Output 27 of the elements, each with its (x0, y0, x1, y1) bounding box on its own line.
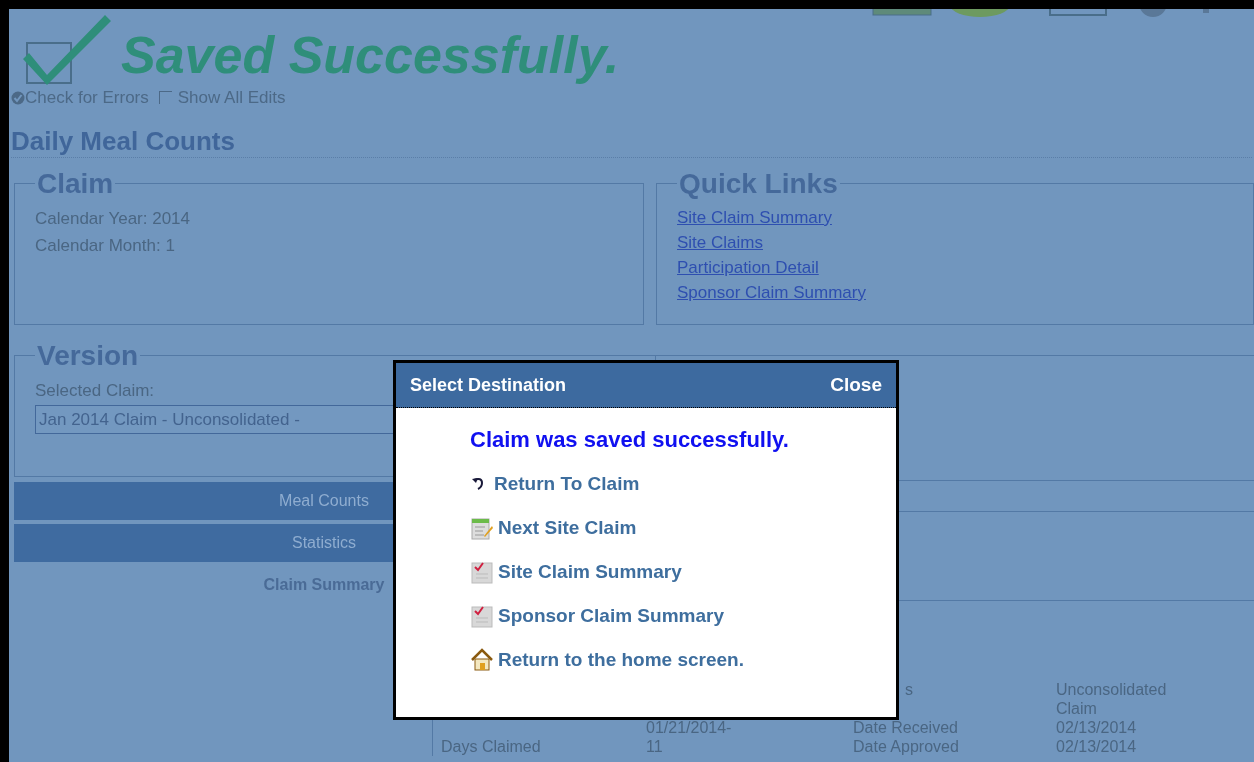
detail-value: 02/13/2014 (1056, 737, 1137, 755)
checklist-icon (470, 604, 494, 628)
quick-link[interactable]: Participation Detail (677, 254, 819, 280)
detail-value: 11 (646, 737, 663, 755)
selected-claim-label: Selected Claim: (35, 379, 155, 402)
detail-label: Date Approved (853, 737, 959, 755)
claim-detail-text: Calendar Month: 1 (35, 234, 176, 257)
detail-label: Date Received (853, 718, 958, 736)
show-all-edits-checkbox[interactable] (158, 91, 172, 105)
detail-value: 02/13/2014 (1056, 718, 1137, 736)
saved-successfully-heading: Saved Successfully. (121, 25, 620, 85)
quick-link[interactable]: Site Claims (677, 229, 763, 255)
document-pencil-icon (470, 516, 494, 540)
destination-link[interactable]: Sponsor Claim Summary (498, 601, 724, 631)
detail-value: Unconsolidated Claim (1056, 680, 1167, 717)
checklist-icon (470, 560, 494, 584)
home-icon (470, 648, 494, 672)
claim-detail-text: Calendar Year: 2014 (35, 207, 192, 230)
quick-link[interactable]: Sponsor Claim Summary (677, 279, 866, 305)
dialog-title: Select Destination (410, 373, 567, 397)
detail-value: 01/21/2014- (646, 718, 732, 736)
detail-label: s (905, 680, 913, 698)
check-circle-icon (11, 90, 25, 105)
detail-label: Days Claimed (441, 737, 541, 755)
quick-link[interactable]: Site Claim Summary (677, 204, 832, 230)
destination-link[interactable]: Return to the home screen. (498, 645, 744, 675)
close-button[interactable]: Close (830, 370, 882, 400)
